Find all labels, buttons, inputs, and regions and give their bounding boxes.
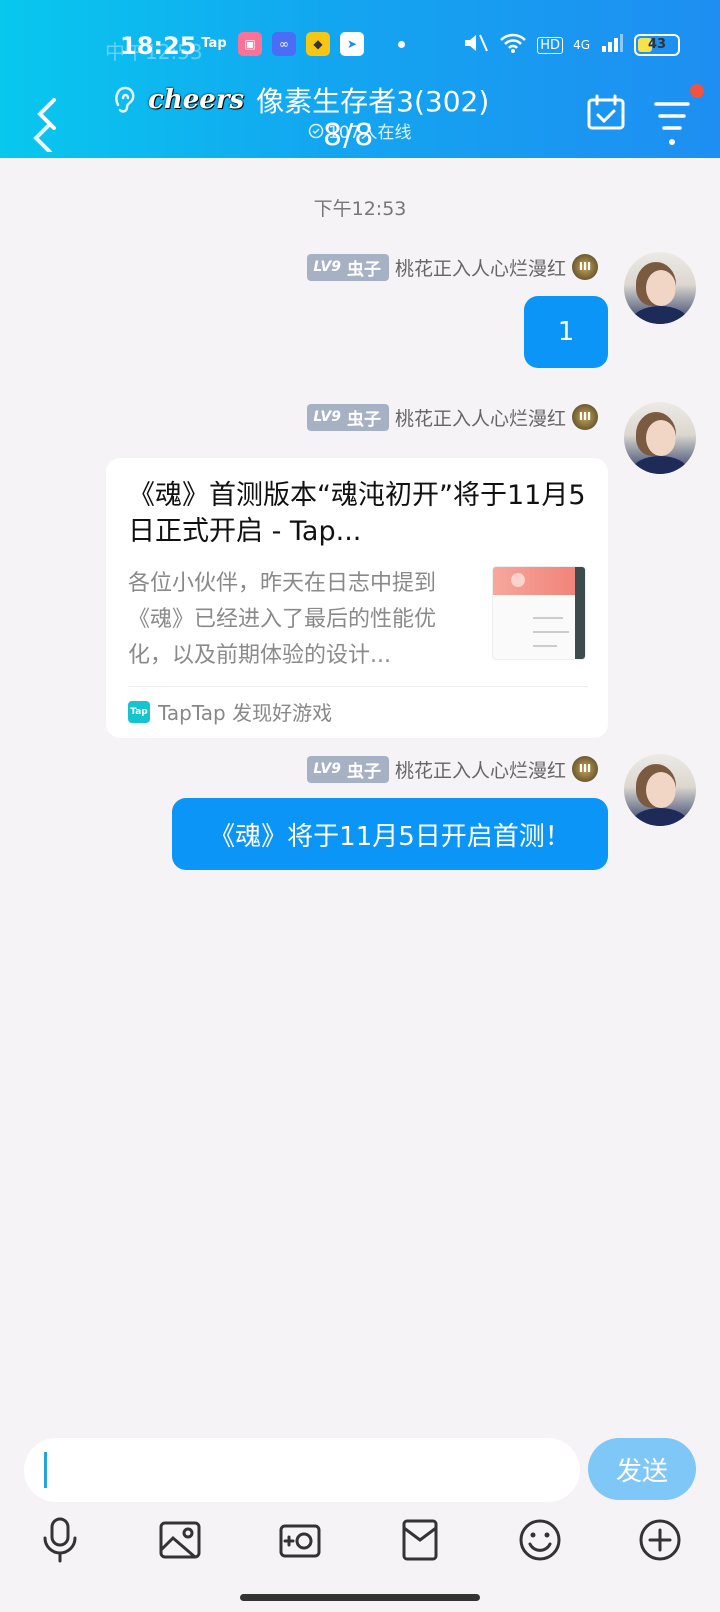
- chat-header: 中午12:53 18:25 Tap ▣ ∞ ◆ ➤ HD 4G 43 cheer…: [0, 0, 720, 158]
- voice-button[interactable]: [32, 1512, 88, 1568]
- camera-button[interactable]: [272, 1512, 328, 1568]
- link-card[interactable]: 《魂》首测版本“魂沌初开”将于11月5日正式开启 - Tap... 各位小伙伴，…: [106, 458, 608, 738]
- card-source: Tap TapTap 发现好游戏: [128, 697, 332, 726]
- status-time: 18:25: [120, 32, 197, 60]
- crown-medal-icon: III: [572, 254, 598, 280]
- message-input[interactable]: [24, 1438, 580, 1502]
- avatar[interactable]: [624, 252, 696, 324]
- diamond-app-icon: ◆: [306, 32, 330, 56]
- group-title: 像素生存者3(302): [256, 85, 490, 118]
- group-menu-icon[interactable]: [652, 96, 692, 148]
- notification-icons: Tap ▣ ∞ ◆ ➤: [200, 32, 405, 56]
- red-packet-icon: [402, 1519, 438, 1561]
- sender-row: LV9 虫子 桃花正入人心烂漫红 III: [307, 754, 598, 784]
- image-button[interactable]: [152, 1512, 208, 1568]
- card-thumbnail: [492, 566, 586, 660]
- avatar[interactable]: [624, 754, 696, 826]
- card-source-label: TapTap 发现好游戏: [158, 701, 333, 725]
- input-bar: 发送: [0, 1420, 720, 1612]
- message-bubble[interactable]: 1: [524, 296, 608, 368]
- bilibili-icon: ▣: [238, 32, 262, 56]
- sender-row: LV9 虫子 桃花正入人心烂漫红 III: [307, 402, 598, 432]
- crown-medal-icon: III: [572, 756, 598, 782]
- sender-row: LV9 虫子 桃花正入人心烂漫红 III: [307, 252, 598, 282]
- crown-medal-icon: III: [572, 404, 598, 430]
- calendar-check-icon[interactable]: [586, 94, 626, 130]
- check-circle-icon: [308, 123, 324, 138]
- bird-app-icon: ➤: [340, 32, 364, 56]
- image-icon: [159, 1521, 201, 1559]
- back-icon[interactable]: [30, 96, 70, 152]
- battery-text: 43: [647, 37, 667, 52]
- more-notifications-dot: [398, 40, 405, 48]
- infinity-app-icon: ∞: [272, 32, 296, 56]
- more-button[interactable]: [632, 1512, 688, 1568]
- notification-badge: [690, 84, 704, 98]
- sender-nickname[interactable]: 桃花正入人心烂漫红: [395, 254, 566, 281]
- mic-icon: [43, 1517, 77, 1563]
- avatar[interactable]: [624, 402, 696, 474]
- plus-icon: [639, 1519, 681, 1561]
- system-icons: HD 4G 43: [463, 32, 680, 58]
- taptap-icon: Tap: [201, 36, 227, 51]
- level-badge: LV9 虫子: [307, 755, 389, 783]
- camera-icon: [279, 1524, 321, 1558]
- emoji-icon: [519, 1519, 561, 1561]
- chat-area[interactable]: 下午12:53 LV9 虫子 桃花正入人心烂漫红 III 1 LV9 虫子 桃花正入…: [0, 158, 720, 1420]
- level-badge: LV9 虫子: [307, 253, 389, 281]
- message-timestamp: 下午12:53: [313, 198, 407, 220]
- level-badge: LV9 虫子: [307, 403, 389, 431]
- battery-icon: 43: [634, 34, 680, 56]
- signal-icon: [600, 32, 624, 58]
- text-caret: [44, 1452, 47, 1488]
- hd-icon: HD: [537, 36, 564, 54]
- wifi-icon: [499, 32, 527, 58]
- header-title-row[interactable]: cheers 像素生存者3(302): [112, 80, 489, 120]
- send-button[interactable]: 发送: [588, 1438, 696, 1500]
- home-indicator[interactable]: [240, 1594, 480, 1601]
- network-label: 4G: [573, 38, 590, 52]
- emoji-button[interactable]: [512, 1512, 568, 1568]
- sender-nickname[interactable]: 桃花正入人心烂漫红: [395, 756, 566, 783]
- card-description: 各位小伙伴，昨天在日志中提到《魂》已经进入了最后的性能优化，以及前期体验的设计.…: [128, 571, 437, 668]
- input-toolbar: [0, 1512, 720, 1582]
- card-divider: [128, 686, 588, 687]
- red-packet-button[interactable]: [392, 1512, 448, 1568]
- status-bar: 中午12:53 18:25 Tap ▣ ∞ ◆ ➤ HD 4G 43: [0, 30, 720, 64]
- card-title: 《魂》首测版本“魂沌初开”将于11月5日正式开启 - Tap...: [128, 480, 586, 547]
- page-indicator: 8/8: [323, 118, 375, 153]
- mute-icon: [463, 32, 489, 58]
- ear-icon: [115, 86, 135, 113]
- taptap-logo-icon: Tap: [128, 700, 150, 723]
- message-bubble[interactable]: 《魂》将于11月5日开启首测！: [172, 798, 608, 870]
- sender-nickname[interactable]: 桃花正入人心烂漫红: [395, 404, 566, 431]
- cheers-logo: cheers: [148, 85, 245, 115]
